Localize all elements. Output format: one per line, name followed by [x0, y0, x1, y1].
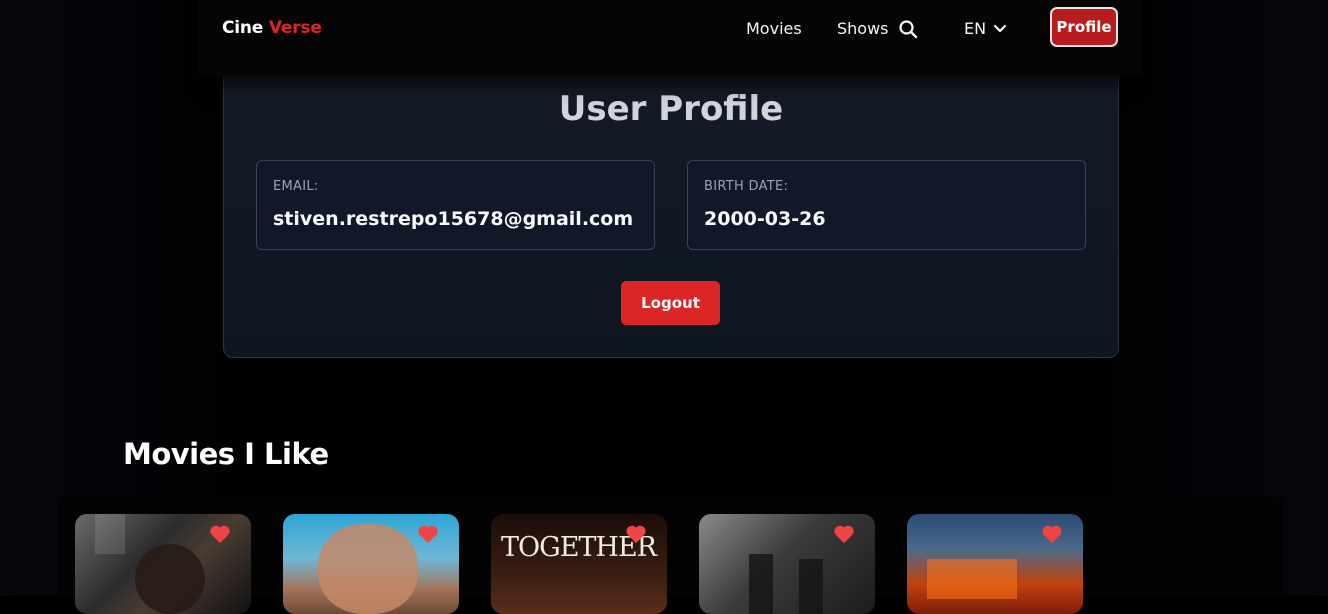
email-field: EMAIL: stiven.restrepo15678@gmail.com	[256, 160, 655, 250]
chevron-down-icon[interactable]	[993, 22, 1007, 36]
birth-date-label: BIRTH DATE:	[704, 179, 789, 194]
profile-card: User Profile EMAIL: stiven.restrepo15678…	[223, 40, 1119, 358]
movie-poster[interactable]	[907, 514, 1083, 614]
nav-link-movies[interactable]: Movies	[746, 19, 802, 38]
birth-date-value: 2000-03-26	[704, 208, 826, 230]
email-value: stiven.restrepo15678@gmail.com	[273, 208, 634, 230]
nav-link-shows[interactable]: Shows	[837, 19, 889, 38]
movie-poster[interactable]	[75, 514, 251, 614]
poster-decoration	[799, 559, 823, 614]
heart-icon[interactable]	[209, 524, 231, 544]
movie-poster[interactable]	[283, 514, 459, 614]
brand-name-part2: Verse	[268, 18, 322, 38]
section-title-movies-i-like: Movies I Like	[123, 437, 329, 471]
heart-icon[interactable]	[833, 524, 855, 544]
heart-icon[interactable]	[1041, 524, 1063, 544]
movie-poster[interactable]: TOGETHER	[491, 514, 667, 614]
birth-date-field: BIRTH DATE: 2000-03-26	[687, 160, 1086, 250]
language-selector[interactable]: EN	[964, 19, 986, 38]
poster-decoration	[749, 554, 773, 614]
brand-name-part1: Cine	[222, 18, 264, 38]
top-navbar: Cine Verse Movies Shows EN Profile	[198, 0, 1142, 76]
logout-button[interactable]: Logout	[621, 281, 720, 325]
poster-decoration	[318, 524, 418, 614]
page-title: User Profile	[558, 89, 784, 129]
poster-decoration	[95, 514, 125, 554]
movie-poster[interactable]	[699, 514, 875, 614]
heart-icon[interactable]	[417, 524, 439, 544]
brand-logo[interactable]: Cine Verse	[222, 18, 322, 38]
search-icon[interactable]	[898, 19, 918, 39]
email-label: EMAIL:	[273, 179, 319, 194]
poster-decoration	[927, 559, 1017, 599]
heart-icon[interactable]	[625, 524, 647, 544]
poster-decoration	[135, 544, 205, 614]
profile-button[interactable]: Profile	[1050, 7, 1118, 47]
